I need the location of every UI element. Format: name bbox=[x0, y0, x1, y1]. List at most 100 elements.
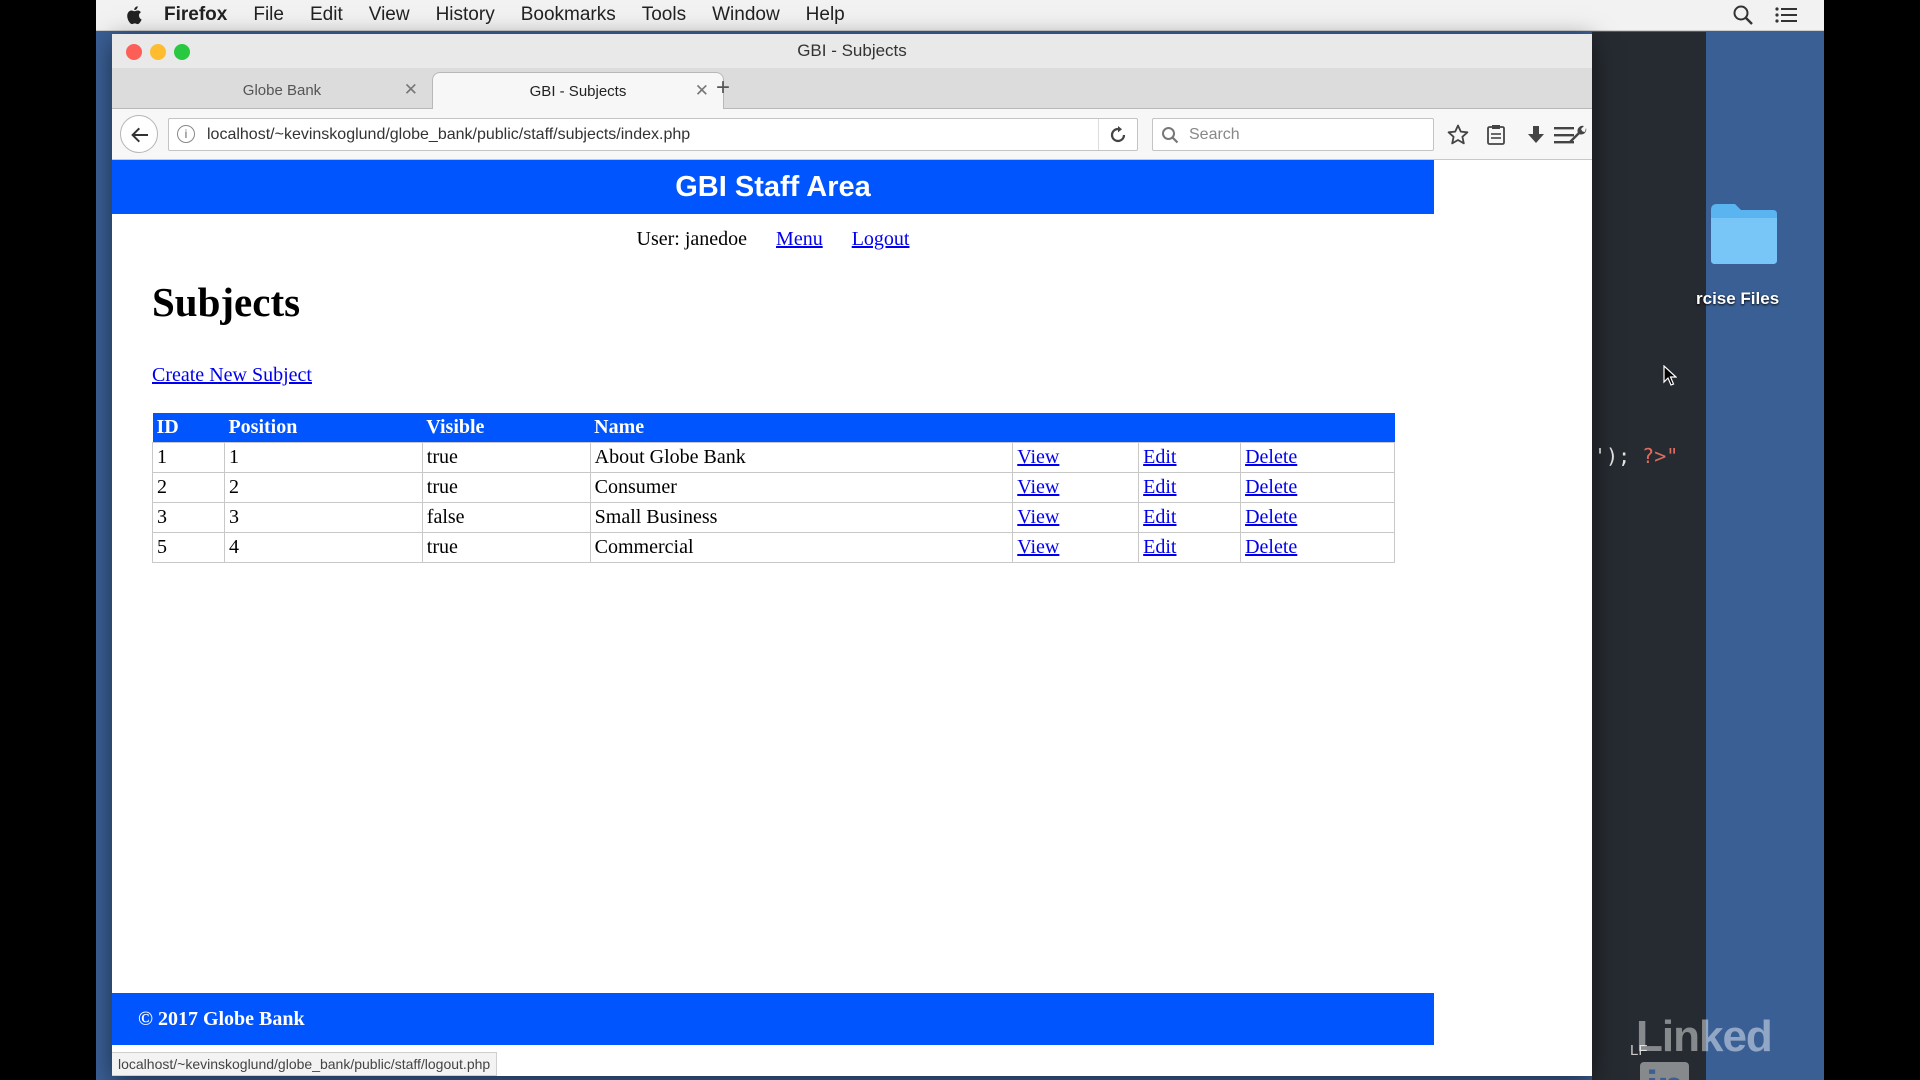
cell-edit: Edit bbox=[1138, 532, 1242, 563]
table-row: 1 1 true About Globe Bank View Edit Dele… bbox=[152, 442, 1395, 473]
back-button[interactable] bbox=[120, 115, 158, 153]
site-footer: © 2017 Globe Bank bbox=[112, 993, 1434, 1045]
reading-list-icon[interactable] bbox=[1484, 123, 1508, 147]
cell-view: View bbox=[1012, 442, 1140, 473]
code-editor-window bbox=[1592, 32, 1706, 1080]
menu-edit[interactable]: Edit bbox=[310, 4, 343, 26]
cell-name: Commercial bbox=[589, 532, 1014, 563]
user-label: User: janedoe bbox=[636, 228, 748, 250]
cell-position: 3 bbox=[223, 502, 423, 533]
window-title: GBI - Subjects bbox=[797, 41, 907, 60]
edit-link[interactable]: Edit bbox=[1143, 476, 1176, 498]
cell-edit: Edit bbox=[1138, 472, 1242, 503]
cell-view: View bbox=[1012, 472, 1140, 503]
delete-link[interactable]: Delete bbox=[1245, 446, 1297, 468]
info-icon[interactable]: i bbox=[177, 125, 195, 143]
site-header: GBI Staff Area bbox=[112, 160, 1434, 214]
header-name: Name bbox=[590, 413, 1013, 443]
watermark-text: Linked bbox=[1636, 1012, 1773, 1061]
menu-file[interactable]: File bbox=[253, 4, 284, 26]
cell-id: 3 bbox=[152, 502, 225, 533]
table-row: 5 4 true Commercial View Edit Delete bbox=[152, 532, 1395, 563]
view-link[interactable]: View bbox=[1017, 476, 1059, 498]
linkedin-watermark: Linkedin bbox=[1636, 1012, 1824, 1080]
search-input[interactable] bbox=[1187, 123, 1421, 147]
page-content: GBI Staff Area User: janedoe Menu Logout… bbox=[112, 160, 1592, 1076]
header-visible: Visible bbox=[422, 413, 591, 443]
menu-view[interactable]: View bbox=[369, 4, 410, 26]
search-bar[interactable] bbox=[1152, 118, 1434, 151]
cell-name: Small Business bbox=[589, 502, 1014, 533]
delete-link[interactable]: Delete bbox=[1245, 536, 1297, 558]
macos-menu-bar: Firefox File Edit View History Bookmarks… bbox=[96, 0, 1824, 31]
header-position: Position bbox=[224, 413, 423, 443]
header-blank bbox=[1138, 413, 1241, 443]
table-header-row: ID Position Visible Name bbox=[152, 413, 1395, 443]
delete-link[interactable]: Delete bbox=[1245, 476, 1297, 498]
header-id: ID bbox=[152, 413, 225, 443]
cell-id: 5 bbox=[152, 532, 225, 563]
menu-history[interactable]: History bbox=[436, 4, 495, 26]
view-link[interactable]: View bbox=[1017, 446, 1059, 468]
edit-link[interactable]: Edit bbox=[1143, 446, 1176, 468]
cell-id: 1 bbox=[152, 442, 225, 473]
editor-code-string: ?>" bbox=[1642, 444, 1679, 468]
cell-visible: true bbox=[421, 442, 591, 473]
hamburger-menu-icon[interactable] bbox=[1552, 123, 1576, 147]
menu-link[interactable]: Menu bbox=[776, 228, 823, 250]
tab-globe-bank[interactable]: Globe Bank ✕ bbox=[132, 72, 432, 108]
watermark-box: in bbox=[1640, 1062, 1690, 1080]
download-icon[interactable] bbox=[1524, 123, 1548, 147]
url-bar[interactable]: i localhost/~kevinskoglund/globe_bank/pu… bbox=[168, 118, 1138, 151]
cell-delete: Delete bbox=[1240, 502, 1395, 533]
cell-edit: Edit bbox=[1138, 502, 1242, 533]
cell-delete: Delete bbox=[1240, 442, 1395, 473]
navigation-toolbar: i localhost/~kevinskoglund/globe_bank/pu… bbox=[112, 109, 1592, 160]
cell-view: View bbox=[1012, 532, 1140, 563]
menu-app-firefox[interactable]: Firefox bbox=[164, 4, 227, 26]
edit-link[interactable]: Edit bbox=[1143, 506, 1176, 528]
reload-icon bbox=[1110, 126, 1126, 143]
menu-help[interactable]: Help bbox=[806, 4, 845, 26]
user-navigation: User: janedoe Menu Logout bbox=[112, 228, 1434, 251]
url-text[interactable]: localhost/~kevinskoglund/globe_bank/publ… bbox=[207, 126, 690, 144]
cell-delete: Delete bbox=[1240, 472, 1395, 503]
header-blank bbox=[1240, 413, 1395, 443]
table-row: 3 3 false Small Business View Edit Delet… bbox=[152, 502, 1395, 533]
folder-icon[interactable] bbox=[1709, 200, 1779, 266]
editor-code-plain: '); bbox=[1594, 444, 1631, 468]
edit-link[interactable]: Edit bbox=[1143, 536, 1176, 558]
cell-visible: false bbox=[421, 502, 591, 533]
menu-bookmarks[interactable]: Bookmarks bbox=[521, 4, 616, 26]
close-icon[interactable]: ✕ bbox=[404, 80, 418, 100]
subjects-table: ID Position Visible Name 1 1 true About … bbox=[152, 413, 1395, 563]
close-icon[interactable]: ✕ bbox=[695, 81, 709, 101]
create-new-subject-link[interactable]: Create New Subject bbox=[152, 364, 312, 387]
header-blank bbox=[1012, 413, 1139, 443]
spotlight-icon[interactable] bbox=[1732, 4, 1754, 26]
tab-gbi-subjects[interactable]: GBI - Subjects ✕ bbox=[432, 72, 724, 109]
menu-window[interactable]: Window bbox=[712, 4, 780, 26]
folder-label[interactable]: rcise Files bbox=[1696, 289, 1779, 309]
cell-position: 4 bbox=[223, 532, 423, 563]
mouse-cursor-icon bbox=[1663, 365, 1677, 386]
view-link[interactable]: View bbox=[1017, 536, 1059, 558]
apple-icon[interactable] bbox=[126, 5, 144, 25]
menu-tools[interactable]: Tools bbox=[642, 4, 686, 26]
cell-position: 1 bbox=[223, 442, 423, 473]
editor-code-snippet: '); ?>" bbox=[1594, 444, 1678, 468]
desktop-screen: Firefox File Edit View History Bookmarks… bbox=[96, 0, 1824, 1080]
bookmark-star-icon[interactable] bbox=[1446, 123, 1470, 147]
cell-view: View bbox=[1012, 502, 1140, 533]
view-link[interactable]: View bbox=[1017, 506, 1059, 528]
notification-list-icon[interactable] bbox=[1774, 4, 1798, 26]
reload-button[interactable] bbox=[1098, 119, 1137, 150]
cell-edit: Edit bbox=[1138, 442, 1242, 473]
delete-link[interactable]: Delete bbox=[1245, 506, 1297, 528]
window-titlebar[interactable]: GBI - Subjects bbox=[112, 34, 1592, 68]
cell-visible: true bbox=[421, 472, 591, 503]
search-icon bbox=[1162, 127, 1179, 144]
logout-link[interactable]: Logout bbox=[852, 228, 910, 250]
new-tab-button[interactable]: + bbox=[716, 74, 730, 102]
table-row: 2 2 true Consumer View Edit Delete bbox=[152, 472, 1395, 503]
